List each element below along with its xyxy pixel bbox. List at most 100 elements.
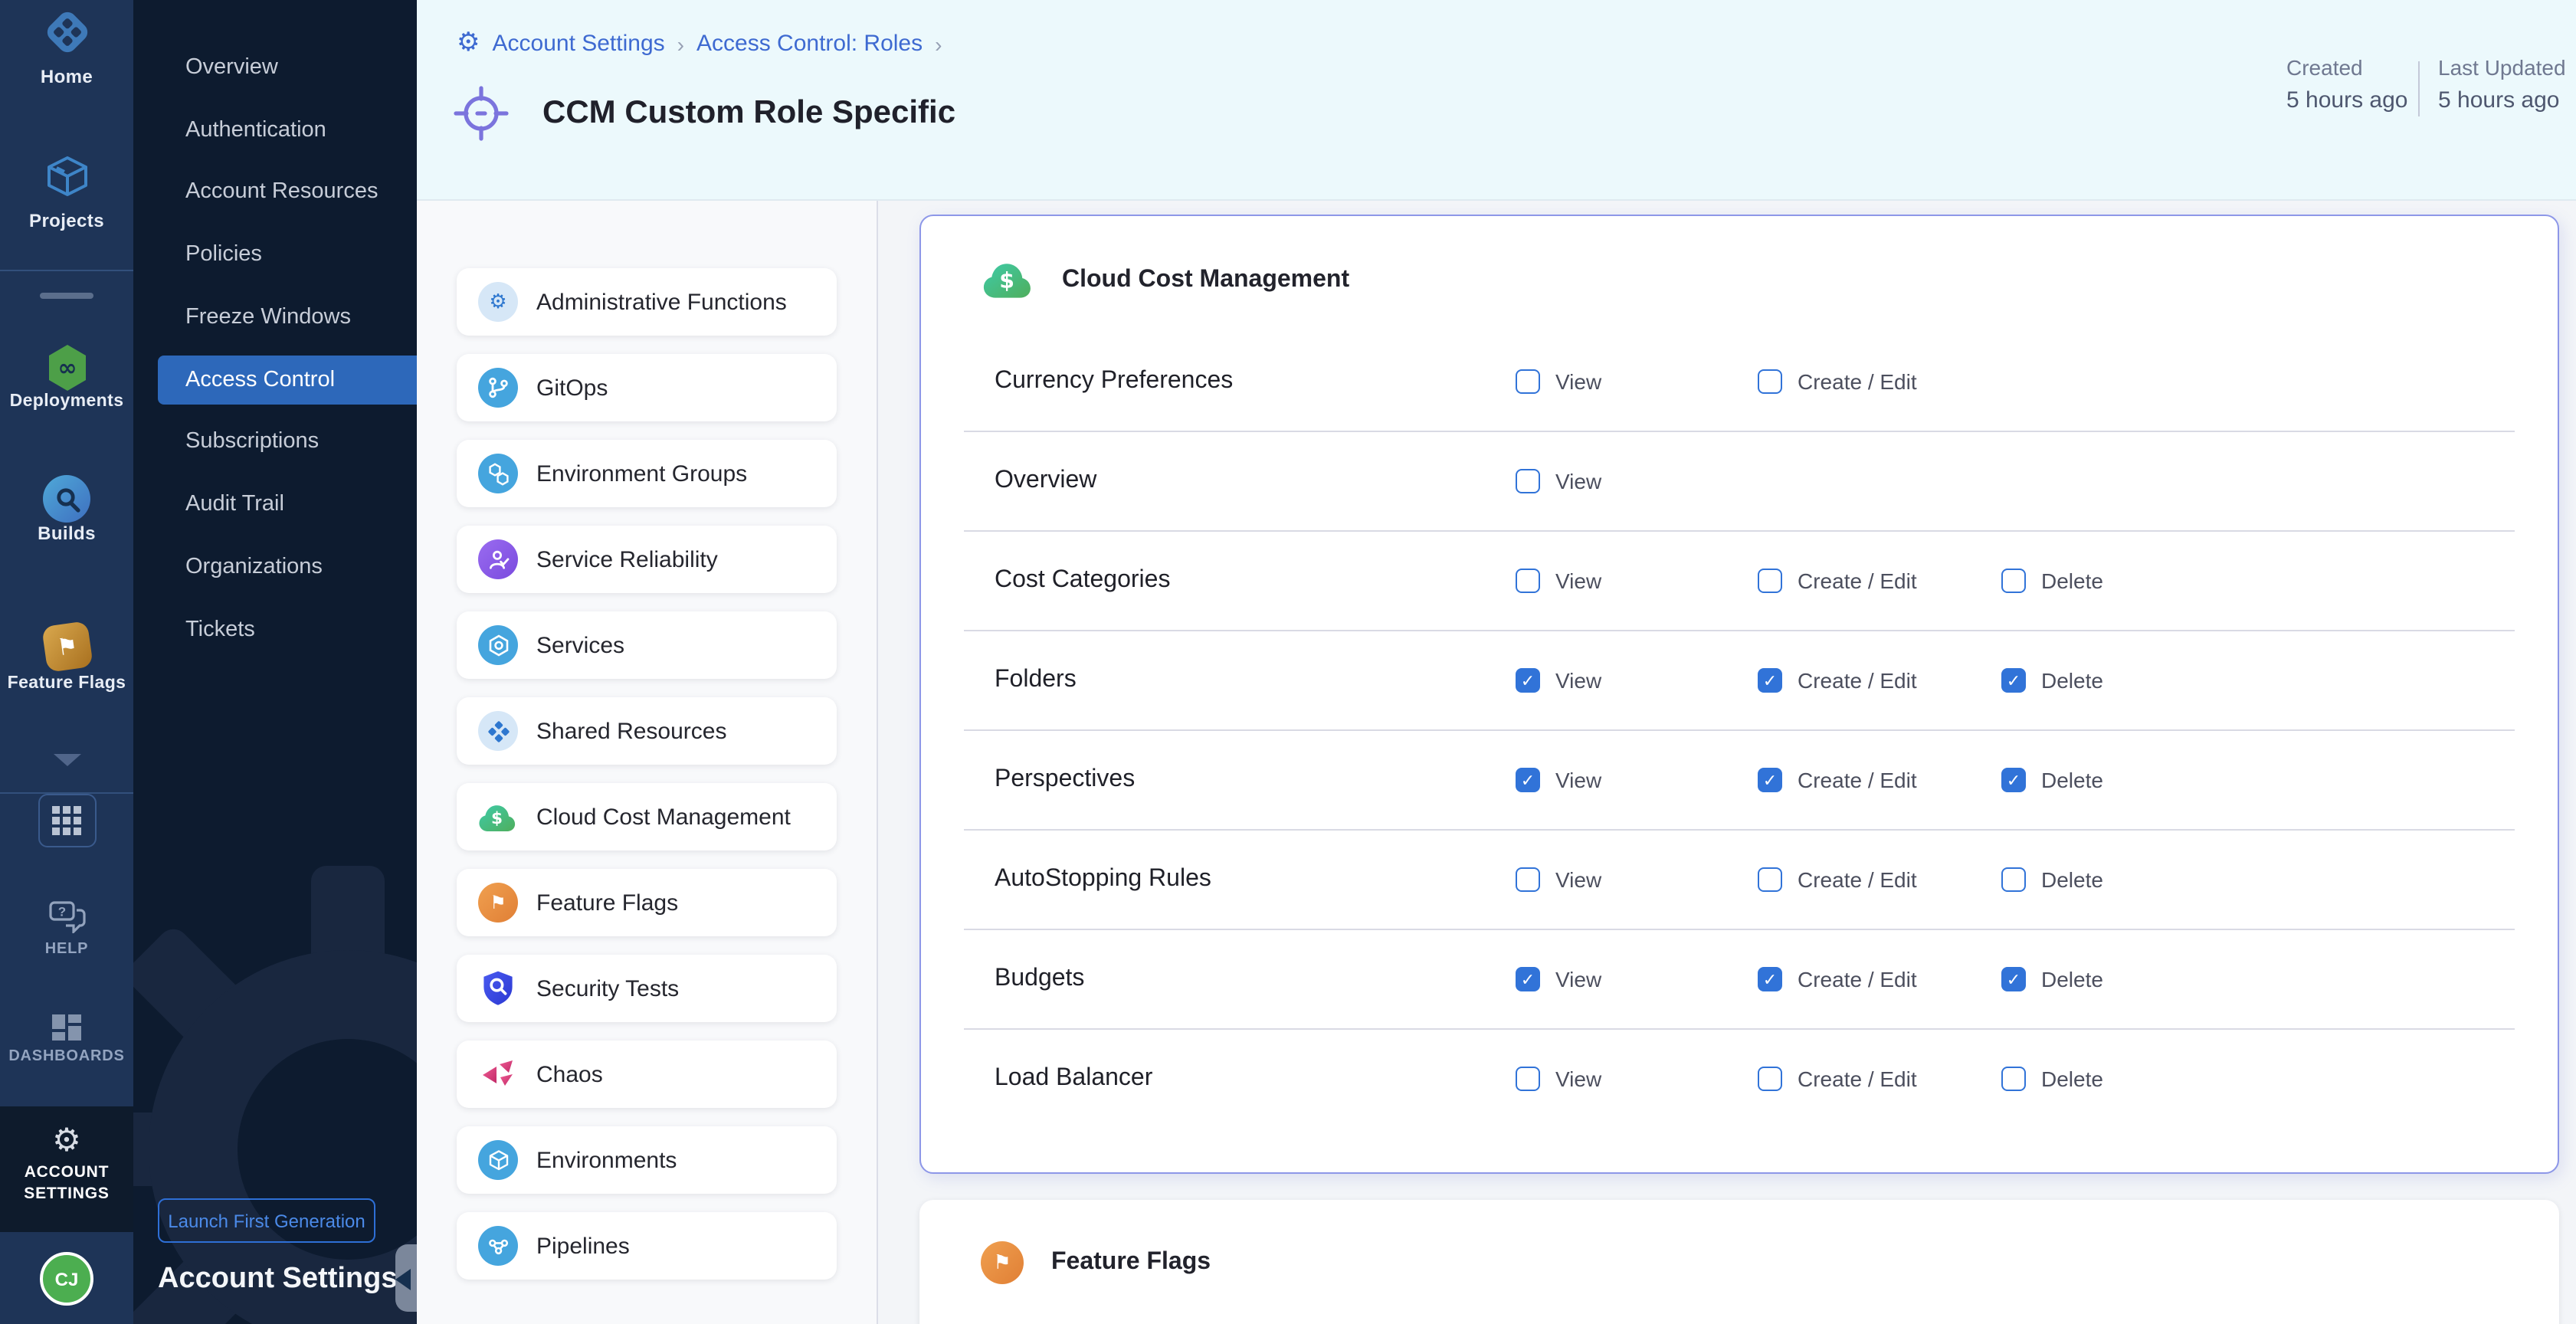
checkbox-label: Delete — [2041, 1067, 2103, 1091]
perm-create-edit: Create / Edit — [1758, 749, 1917, 811]
builds-icon — [43, 475, 90, 523]
delete-checkbox[interactable] — [2001, 768, 2026, 792]
perm-create-edit: Create / Edit — [1758, 949, 1917, 1010]
create-edit-checkbox[interactable] — [1758, 369, 1782, 394]
perm-create-edit: Create / Edit — [1758, 849, 1917, 910]
menu-item-label: Administrative Functions — [536, 289, 787, 315]
sidebar-item-access-control[interactable]: Access Control — [158, 356, 417, 405]
permission-name: AutoStopping Rules — [995, 849, 1211, 910]
sidebar-item-tickets[interactable]: Tickets — [133, 605, 417, 654]
menu-item-security-tests[interactable]: Security Tests — [457, 955, 837, 1022]
breadcrumb-access-control-roles[interactable]: Access Control: Roles — [696, 31, 923, 57]
delete-checkbox[interactable] — [2001, 867, 2026, 892]
view-checkbox[interactable] — [1516, 1067, 1540, 1091]
breadcrumb-account-settings[interactable]: Account Settings — [493, 31, 665, 57]
view-checkbox[interactable] — [1516, 569, 1540, 593]
perm-create-edit: Create / Edit — [1758, 650, 1917, 711]
permission-name: Perspectives — [995, 749, 1135, 811]
create-edit-checkbox[interactable] — [1758, 1067, 1782, 1091]
menu-item-service-reliability[interactable]: Service Reliability — [457, 526, 837, 593]
menu-item-feature-flags[interactable]: ⚑ Feature Flags — [457, 869, 837, 936]
checkbox-label: Delete — [2041, 867, 2103, 892]
breadcrumb-gear-icon: ⚙ — [457, 31, 480, 57]
permission-name: Cost Categories — [995, 550, 1170, 611]
view-checkbox[interactable] — [1516, 768, 1540, 792]
menu-item-label: Services — [536, 632, 624, 658]
permissions-panel: $ Cloud Cost Management Currency Prefere… — [919, 215, 2559, 1174]
rail-item-deployments[interactable]: ∞ Deployments — [0, 343, 133, 411]
user-avatar[interactable]: CJ — [0, 1252, 133, 1306]
create-edit-checkbox[interactable] — [1758, 967, 1782, 991]
menu-item-services[interactable]: Services — [457, 611, 837, 679]
menu-item-administrative-functions[interactable]: ⚙ Administrative Functions — [457, 268, 837, 336]
settings-sidebar: Overview Authentication Account Resource… — [133, 0, 417, 1324]
delete-checkbox[interactable] — [2001, 569, 2026, 593]
create-edit-checkbox[interactable] — [1758, 668, 1782, 693]
menu-item-environments[interactable]: Environments — [457, 1126, 837, 1194]
sidebar-item-overview[interactable]: Overview — [133, 43, 417, 92]
view-checkbox[interactable] — [1516, 668, 1540, 693]
rail-item-builds[interactable]: Builds — [0, 475, 133, 544]
menu-item-shared-resources[interactable]: Shared Resources — [457, 697, 837, 765]
sidebar-item-audit-trail[interactable]: Audit Trail — [133, 480, 417, 529]
view-checkbox[interactable] — [1516, 867, 1540, 892]
rail-item-dashboards[interactable]: DASHBOARDS — [0, 1014, 133, 1065]
checkbox-label: Delete — [2041, 768, 2103, 792]
checkbox-label: View — [1555, 867, 1601, 892]
menu-item-pipelines[interactable]: Pipelines — [457, 1212, 837, 1280]
rail-label-settings: SETTINGS — [0, 1183, 133, 1204]
menu-item-label: Security Tests — [536, 975, 679, 1001]
avatar: CJ — [40, 1252, 93, 1306]
view-checkbox[interactable] — [1516, 469, 1540, 493]
perm-view: View — [1516, 650, 1601, 711]
sidebar-item-policies[interactable]: Policies — [133, 230, 417, 279]
menu-item-label: Environments — [536, 1147, 677, 1173]
collapse-left-icon[interactable] — [395, 1269, 411, 1290]
created-label: Created — [2286, 55, 2407, 80]
rail-label-help: HELP — [0, 941, 133, 958]
view-checkbox[interactable] — [1516, 369, 1540, 394]
last-updated-meta: Last Updated 5 hours ago — [2438, 55, 2566, 113]
menu-item-cloud-cost-management[interactable]: $ Cloud Cost Management — [457, 783, 837, 850]
checkbox-label: Create / Edit — [1798, 768, 1917, 792]
create-edit-checkbox[interactable] — [1758, 768, 1782, 792]
delete-checkbox[interactable] — [2001, 967, 2026, 991]
sidebar-item-authentication[interactable]: Authentication — [133, 106, 417, 155]
row-divider — [964, 929, 2515, 930]
view-checkbox[interactable] — [1516, 967, 1540, 991]
perm-view: View — [1516, 1048, 1601, 1109]
permission-row-currency-preferences: Currency Preferences View Create / Edit — [921, 351, 2558, 412]
create-edit-checkbox[interactable] — [1758, 867, 1782, 892]
rail-item-projects[interactable]: Projects — [0, 153, 133, 231]
hex-nut-icon — [478, 625, 518, 665]
module-picker-button[interactable] — [0, 794, 133, 847]
rail-modules-expander[interactable] — [0, 754, 133, 766]
perm-create-edit: Create / Edit — [1758, 351, 1917, 412]
delete-checkbox[interactable] — [2001, 668, 2026, 693]
rail-item-account-settings-active[interactable]: ⚙ ACCOUNT SETTINGS — [0, 1106, 133, 1232]
sidebar-item-organizations[interactable]: Organizations — [133, 542, 417, 592]
sidebar-item-account-resources[interactable]: Account Resources — [133, 167, 417, 216]
delete-checkbox[interactable] — [2001, 1067, 2026, 1091]
row-divider — [964, 431, 2515, 432]
launch-first-generation-button[interactable]: Launch First Generation — [158, 1198, 375, 1243]
menu-item-label: Shared Resources — [536, 718, 726, 744]
checkbox-label: View — [1555, 967, 1601, 991]
checkbox-label: Delete — [2041, 668, 2103, 693]
permission-row-cost-categories: Cost Categories View Create / Edit Delet… — [921, 550, 2558, 611]
create-edit-checkbox[interactable] — [1758, 569, 1782, 593]
menu-item-gitops[interactable]: GitOps — [457, 354, 837, 421]
permission-name: Budgets — [995, 949, 1084, 1010]
rail-label-feature-flags: Feature Flags — [0, 674, 133, 693]
rail-item-help[interactable]: ? HELP — [0, 901, 133, 958]
rail-section-dash — [40, 293, 93, 299]
sidebar-item-freeze-windows[interactable]: Freeze Windows — [133, 293, 417, 342]
admin-gear-icon: ⚙ — [478, 282, 518, 322]
menu-item-chaos[interactable]: Chaos — [457, 1041, 837, 1108]
perm-delete: Delete — [2001, 849, 2103, 910]
rail-item-home[interactable]: Home — [0, 6, 133, 87]
menu-item-environment-groups[interactable]: Environment Groups — [457, 440, 837, 507]
resource-category-menu: ⚙ Administrative Functions GitOps Enviro… — [417, 201, 878, 1324]
sidebar-item-subscriptions[interactable]: Subscriptions — [133, 417, 417, 466]
rail-item-feature-flags[interactable]: ⚑ Feature Flags — [0, 624, 133, 693]
